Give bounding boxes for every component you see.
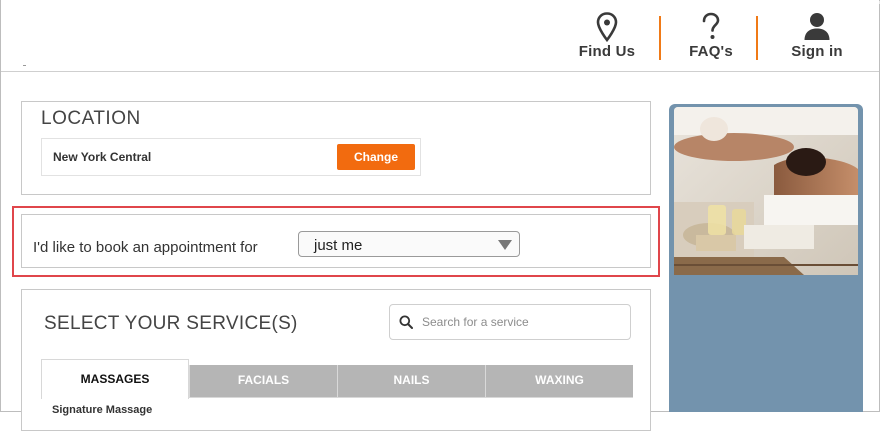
nav-separator: [756, 16, 758, 60]
promo-sidebar: [669, 104, 863, 412]
service-search[interactable]: [389, 304, 631, 340]
tab-waxing[interactable]: WAXING: [485, 365, 633, 397]
spa-photo: [674, 107, 858, 275]
location-title: LOCATION: [41, 108, 141, 129]
nav-find-us-label: Find Us: [578, 43, 636, 60]
user-icon: [804, 13, 830, 40]
nav-separator: [659, 16, 661, 60]
nav-faqs-label: FAQ's: [689, 43, 733, 60]
booking-label: I'd like to book an appointment for: [33, 239, 258, 256]
service-list-item[interactable]: Signature Massage: [52, 404, 152, 416]
map-pin-icon: [596, 12, 618, 42]
service-search-input[interactable]: [420, 314, 624, 330]
change-location-button[interactable]: Change: [337, 144, 415, 170]
tab-facials[interactable]: FACIALS: [189, 365, 337, 397]
nav-faqs[interactable]: FAQ's: [679, 12, 743, 60]
dropdown-arrow-icon: [498, 240, 512, 250]
location-panel: LOCATION New York Central Change: [21, 101, 651, 195]
question-mark-icon: [702, 12, 720, 39]
booking-highlight: I'd like to book an appointment for just…: [12, 206, 660, 277]
header-mark: [23, 65, 26, 66]
site-header: Find Us FAQ's Sign in: [1, 0, 879, 72]
nav-sign-in-label: Sign in: [791, 43, 843, 60]
services-title: SELECT YOUR SERVICE(S): [44, 313, 298, 334]
search-icon: [399, 315, 413, 329]
nav-find-us[interactable]: Find Us: [575, 12, 639, 60]
nav-sign-in[interactable]: Sign in: [785, 12, 849, 60]
tab-massages[interactable]: MASSAGES: [41, 359, 189, 399]
booking-for-select[interactable]: just me: [298, 231, 520, 257]
booking-panel: I'd like to book an appointment for just…: [21, 214, 651, 268]
tab-nails[interactable]: NAILS: [337, 365, 485, 397]
spa-massage-image: [674, 107, 858, 275]
service-tabs: MASSAGES FACIALS NAILS WAXING: [41, 359, 633, 409]
location-box: New York Central Change: [41, 138, 421, 176]
location-name: New York Central: [53, 150, 152, 164]
services-panel: SELECT YOUR SERVICE(S) MASSAGES FACIALS …: [21, 289, 651, 431]
booking-for-value: just me: [314, 237, 363, 254]
